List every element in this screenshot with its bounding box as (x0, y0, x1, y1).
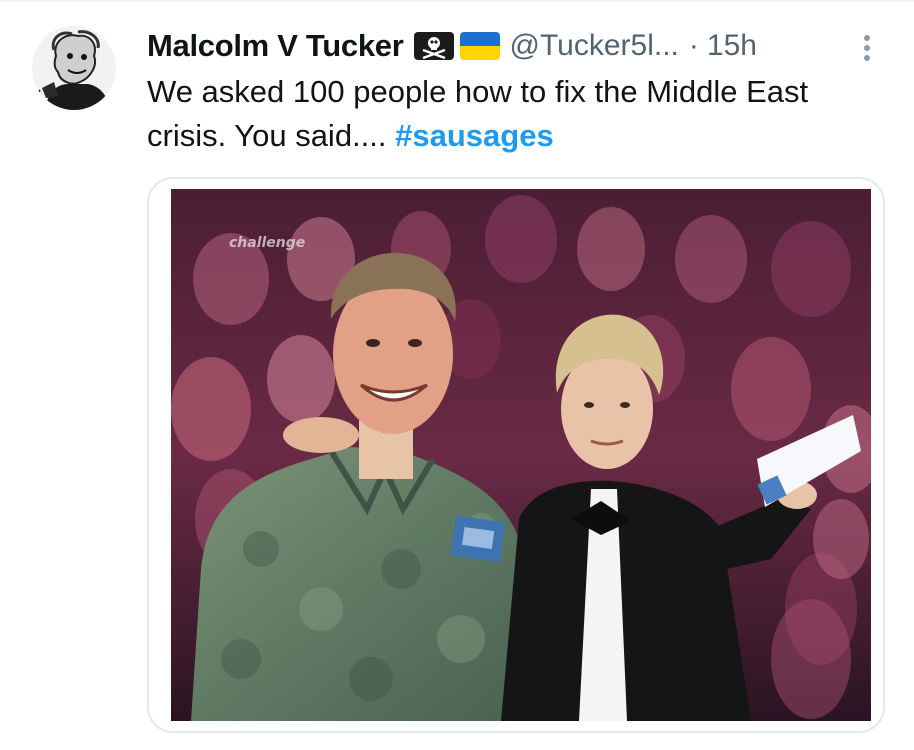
author-handle[interactable]: @Tucker5l... (510, 29, 679, 63)
hashtag-link[interactable]: #sausages (395, 118, 554, 153)
gameshow-photo-image: challenge (171, 189, 871, 721)
author-avatar[interactable] (32, 26, 116, 110)
divider (0, 0, 914, 2)
tweet-header: Malcolm V Tucker @Tucker5l... · 15h (147, 24, 887, 68)
separator-dot: · (688, 29, 699, 62)
watermark-text: challenge (229, 235, 305, 251)
tweet-text: We asked 100 people how to fix the Middl… (147, 70, 887, 158)
tweet[interactable]: Malcolm V Tucker @Tucker5l... · 15h We a… (0, 0, 914, 750)
author-display-name[interactable]: Malcolm V Tucker (147, 28, 404, 64)
tweet-photo[interactable]: challenge (171, 189, 871, 721)
more-options-button[interactable] (852, 30, 882, 66)
caricature-avatar-icon (32, 26, 116, 110)
tweet-timestamp[interactable]: 15h (707, 29, 757, 63)
more-vertical-icon (864, 35, 870, 61)
media-card[interactable]: challenge (147, 177, 885, 733)
ukraine-flag-emoji-icon (459, 32, 500, 60)
pirate-flag-emoji-icon (413, 32, 454, 60)
